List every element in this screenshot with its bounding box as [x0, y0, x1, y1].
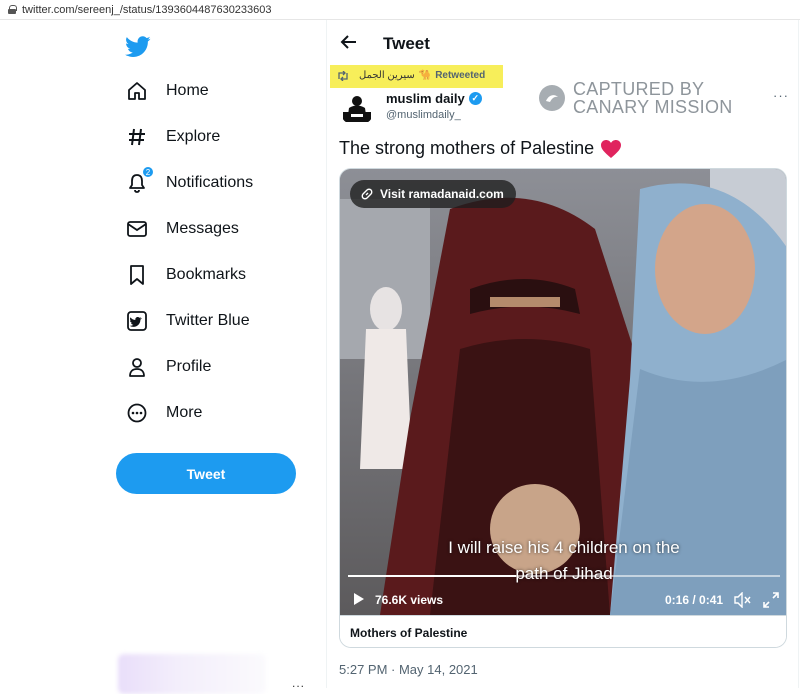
subtitle-line1: I will raise his 4 children on the: [448, 538, 680, 557]
address-bar[interactable]: twitter.com/sereenj_/status/139360448763…: [0, 0, 800, 20]
nav-profile[interactable]: Profile: [116, 347, 211, 387]
more-circle-icon: [126, 402, 148, 424]
person-icon: [126, 356, 148, 378]
tweet-header: Tweet: [327, 20, 798, 64]
nav-twitter-blue-label: Twitter Blue: [166, 312, 250, 329]
twitter-bird-icon[interactable]: [125, 36, 151, 58]
lock-icon: [8, 5, 17, 14]
link-icon: [360, 187, 374, 201]
nav-explore[interactable]: Explore: [116, 117, 220, 157]
home-icon: [126, 80, 148, 102]
retweeted-label: Retweeted: [435, 70, 486, 81]
bell-icon: 2: [126, 166, 154, 194]
sidebar: Home Explore 2 Notifications Messages Bo…: [0, 20, 326, 694]
retweet-indicator[interactable]: سيرين الجمل 🐪 Retweeted: [337, 70, 485, 81]
account-switcher[interactable]: ...: [116, 654, 316, 694]
nav-explore-label: Explore: [166, 128, 221, 145]
twitter-blue-icon: [126, 310, 148, 332]
author-handle[interactable]: @muslimdaily_: [386, 109, 482, 121]
nav-home[interactable]: Home: [116, 71, 209, 111]
hashtag-icon: [126, 126, 148, 148]
retweeter-name: سيرين الجمل: [359, 70, 415, 81]
nav-messages[interactable]: Messages: [116, 209, 239, 249]
watermark-line1: CAPTURED BY: [573, 79, 705, 99]
nav-bookmarks[interactable]: Bookmarks: [116, 255, 246, 295]
fullscreen-icon[interactable]: [763, 592, 779, 608]
bookmark-icon: [126, 264, 148, 286]
tweet-body: The strong mothers of Palestine: [339, 138, 595, 158]
envelope-icon: [126, 218, 148, 240]
back-arrow-icon[interactable]: [339, 32, 359, 52]
url-text: twitter.com/sereenj_/status/139360448763…: [22, 3, 272, 16]
canary-mission-watermark: CAPTURED BY CANARY MISSION: [539, 80, 733, 116]
nav-home-label: Home: [166, 82, 209, 99]
nav-bookmarks-label: Bookmarks: [166, 266, 247, 283]
visit-link-label: Visit ramadanaid.com: [380, 187, 504, 201]
video-progress-bar[interactable]: [348, 575, 780, 577]
tweet-text: The strong mothers of Palestine: [339, 138, 622, 159]
nav-notifications[interactable]: 2 Notifications: [116, 163, 253, 203]
canary-logo-icon: [539, 85, 565, 111]
mute-icon[interactable]: [734, 591, 752, 609]
red-heart-icon: [600, 139, 622, 159]
nav-notifications-label: Notifications: [166, 174, 254, 191]
video-time: 0:16 / 0:41: [665, 593, 724, 607]
nav-more-label: More: [166, 404, 203, 421]
nav-twitter-blue[interactable]: Twitter Blue: [116, 301, 250, 341]
nav-more[interactable]: More: [116, 393, 202, 433]
notification-badge: 2: [142, 166, 154, 178]
author-display-name[interactable]: muslim daily: [386, 91, 465, 106]
retweet-icon: [337, 70, 349, 81]
video-controls: 76.6K views 0:16 / 0:41: [340, 583, 786, 611]
video-player[interactable]: Visit ramadanaid.com I will raise his 4 …: [340, 169, 786, 615]
main-column: Tweet سيرين الجمل 🐪 Retweeted CAPTURED B…: [327, 20, 798, 688]
view-count: 76.6K views: [375, 593, 444, 607]
card-title: Mothers of Palestine: [340, 615, 786, 647]
subtitle-line2: path of Jihad: [515, 564, 613, 583]
verified-badge-icon: ✓: [468, 92, 482, 105]
account-info-blurred: [118, 654, 266, 694]
tweet-timestamp[interactable]: 5:27 PM · May 14, 2021: [339, 662, 478, 677]
column-divider-right: [798, 20, 799, 688]
page-title: Tweet: [383, 34, 430, 53]
video-progress-fill: [348, 575, 517, 577]
camel-emoji: 🐪: [418, 70, 432, 81]
watermark-line2: CANARY MISSION: [573, 97, 733, 117]
tweet-more-icon[interactable]: ···: [773, 88, 789, 103]
nav-messages-label: Messages: [166, 220, 239, 237]
play-icon[interactable]: [354, 593, 364, 605]
nav-profile-label: Profile: [166, 358, 212, 375]
visit-link-pill[interactable]: Visit ramadanaid.com: [350, 180, 516, 208]
video-card[interactable]: Visit ramadanaid.com I will raise his 4 …: [339, 168, 787, 648]
compose-tweet-button[interactable]: Tweet: [116, 453, 296, 494]
author-avatar[interactable]: [339, 90, 375, 126]
author-block[interactable]: muslim daily ✓ @muslimdaily_: [386, 91, 482, 121]
